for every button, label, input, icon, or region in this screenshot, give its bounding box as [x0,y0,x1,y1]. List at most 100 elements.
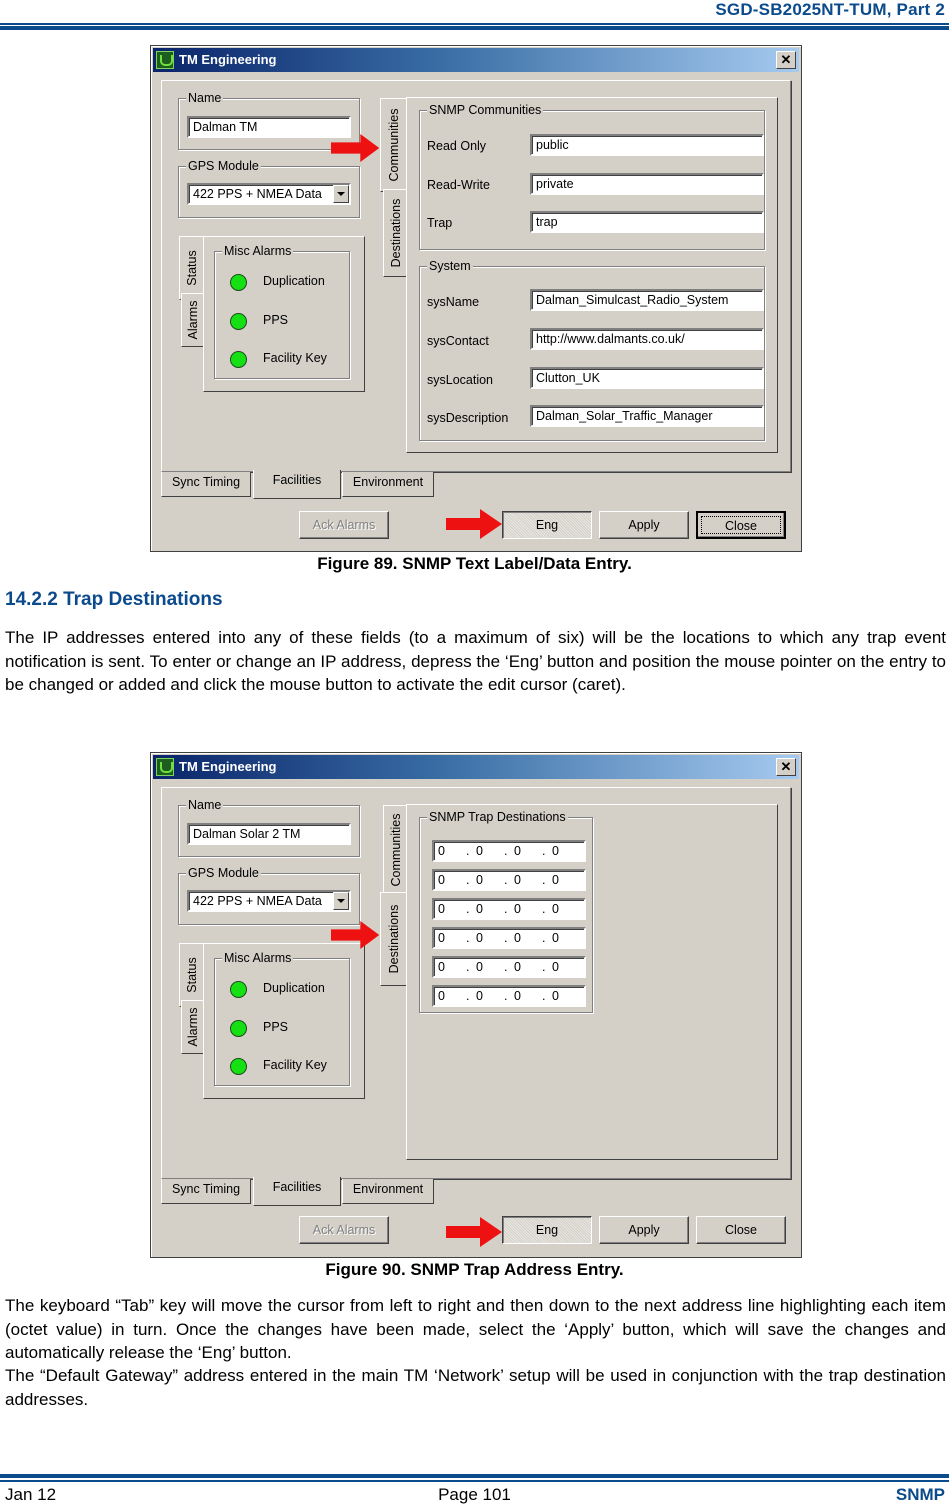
tab-alarms[interactable]: Alarms [181,1000,204,1054]
ip-separator: . [466,931,470,945]
snmp-communities-title: SNMP Communities [427,102,544,118]
tab-status[interactable]: Status [179,236,204,300]
close-button[interactable]: Close [696,511,786,539]
ip-octet[interactable]: 0 [552,929,559,947]
status-led-icon [230,1058,247,1075]
figure-90-caption: Figure 90. SNMP Trap Address Entry. [325,1260,624,1279]
alarm-label-facility-key: Facility Key [263,1058,327,1072]
trap-destination-ip-input[interactable]: 0. 0. 0. 0 [432,956,586,978]
ip-octet[interactable]: 0 [514,842,521,860]
ack-alarms-button[interactable]: Ack Alarms [299,1216,389,1244]
tab-destinations[interactable]: Destinations [383,189,407,277]
trap-destination-ip-input[interactable]: 0. 0. 0. 0 [432,869,586,891]
tab-status[interactable]: Status [179,943,204,1007]
tab-environment[interactable]: Environment [342,1179,434,1204]
ip-octet[interactable]: 0 [438,987,445,1005]
trap-destination-ip-input[interactable]: 0. 0. 0. 0 [432,840,586,862]
ip-octet[interactable]: 0 [438,900,445,918]
tab-status-label: Status [185,250,199,286]
status-led-icon [230,351,247,368]
ip-separator: . [504,873,508,887]
trap-label: Trap [427,216,453,230]
ip-octet[interactable]: 0 [476,842,483,860]
ip-octet[interactable]: 0 [438,842,445,860]
read-write-input[interactable]: private [530,173,764,195]
ip-octet[interactable]: 0 [476,958,483,976]
ip-octet[interactable]: 0 [552,958,559,976]
close-icon[interactable]: ✕ [776,51,796,69]
read-only-input[interactable]: public [530,134,764,156]
ip-octet[interactable]: 0 [552,842,559,860]
trap-destination-ip-input[interactable]: 0. 0. 0. 0 [432,985,586,1007]
gps-module-group-title: GPS Module [186,865,261,881]
tab-facilities[interactable]: Facilities [253,1177,341,1206]
ip-octet[interactable]: 0 [438,929,445,947]
tm-engineering-dialog-communities: TM Engineering ✕ Name Dalman TM GPS Modu… [150,45,802,552]
tab-facilities[interactable]: Facilities [253,470,341,499]
tab-sync-timing[interactable]: Sync Timing [161,472,251,497]
ip-octet[interactable]: 0 [476,871,483,889]
ip-octet[interactable]: 0 [514,958,521,976]
eng-button[interactable]: Eng [502,511,592,539]
alarm-label-duplication: Duplication [263,274,325,288]
sysname-input[interactable]: Dalman_Simulcast_Radio_System [530,289,764,311]
tab-destinations-label: Destinations [387,904,401,974]
ip-octet[interactable]: 0 [514,900,521,918]
syscontact-label: sysContact [427,334,489,348]
syscontact-input[interactable]: http://www.dalmants.co.uk/ [530,328,764,350]
ip-separator: . [542,931,546,945]
tab-destinations[interactable]: Destinations [380,892,407,986]
ack-alarms-button[interactable]: Ack Alarms [299,511,389,539]
ip-octet[interactable]: 0 [438,871,445,889]
status-led-icon [230,981,247,998]
ip-octet[interactable]: 0 [552,871,559,889]
title-bar[interactable]: TM Engineering ✕ [153,755,799,779]
trap-destination-ip-input[interactable]: 0. 0. 0. 0 [432,927,586,949]
gps-module-select[interactable]: 422 PPS + NMEA Data [187,183,351,205]
read-write-label: Read-Write [427,178,490,192]
ip-octet[interactable]: 0 [514,929,521,947]
paragraph-tab-key: The keyboard “Tab” key will move the cur… [5,1296,946,1362]
apply-button[interactable]: Apply [599,1216,689,1244]
client-area: Name Dalman TM GPS Module 422 PPS + NMEA… [161,80,791,472]
ip-octet[interactable]: 0 [514,871,521,889]
name-input[interactable]: Dalman Solar 2 TM [187,823,351,845]
client-area: Name Dalman Solar 2 TM GPS Module 422 PP… [161,787,791,1179]
name-input[interactable]: Dalman TM [187,116,351,138]
document-title: SGD-SB2025NT-TUM, Part 2 [715,0,945,19]
syslocation-input[interactable]: Clutton_UK [530,367,764,389]
gps-module-select[interactable]: 422 PPS + NMEA Data [187,890,351,912]
tab-communities-label: Communities [388,813,403,887]
ip-octet[interactable]: 0 [476,987,483,1005]
ip-octet[interactable]: 0 [552,900,559,918]
tab-environment[interactable]: Environment [342,472,434,497]
tab-alarms[interactable]: Alarms [181,293,204,347]
close-icon[interactable]: ✕ [776,758,796,776]
gps-module-group: GPS Module 422 PPS + NMEA Data [178,158,360,218]
chevron-down-icon[interactable] [333,185,349,203]
snmp-trap-destinations-title: SNMP Trap Destinations [427,809,568,825]
syslocation-label: sysLocation [427,373,494,387]
tab-communities[interactable]: Communities [383,805,407,895]
title-bar[interactable]: TM Engineering ✕ [153,48,799,72]
window-title: TM Engineering [179,759,277,774]
tab-communities[interactable]: Communities [380,98,407,192]
chevron-down-icon[interactable] [333,892,349,910]
ip-octet[interactable]: 0 [476,929,483,947]
alarm-label-facility-key: Facility Key [263,351,327,365]
trap-input[interactable]: trap [530,211,764,233]
apply-button[interactable]: Apply [599,511,689,539]
ip-octet[interactable]: 0 [476,900,483,918]
ip-octet[interactable]: 0 [438,958,445,976]
alarm-label-duplication: Duplication [263,981,325,995]
system-group: System sysName Dalman_Simulcast_Radio_Sy… [419,258,765,441]
close-button[interactable]: Close [696,1216,786,1244]
tab-sync-timing[interactable]: Sync Timing [161,1179,251,1204]
ip-octet[interactable]: 0 [552,987,559,1005]
eng-button[interactable]: Eng [502,1216,592,1244]
ip-separator: . [504,931,508,945]
trap-destination-ip-input[interactable]: 0. 0. 0. 0 [432,898,586,920]
sysdescription-input[interactable]: Dalman_Solar_Traffic_Manager [530,405,764,427]
ip-octet[interactable]: 0 [514,987,521,1005]
communities-tab-panel: SNMP Communities Read Only public Read-W… [406,97,778,453]
